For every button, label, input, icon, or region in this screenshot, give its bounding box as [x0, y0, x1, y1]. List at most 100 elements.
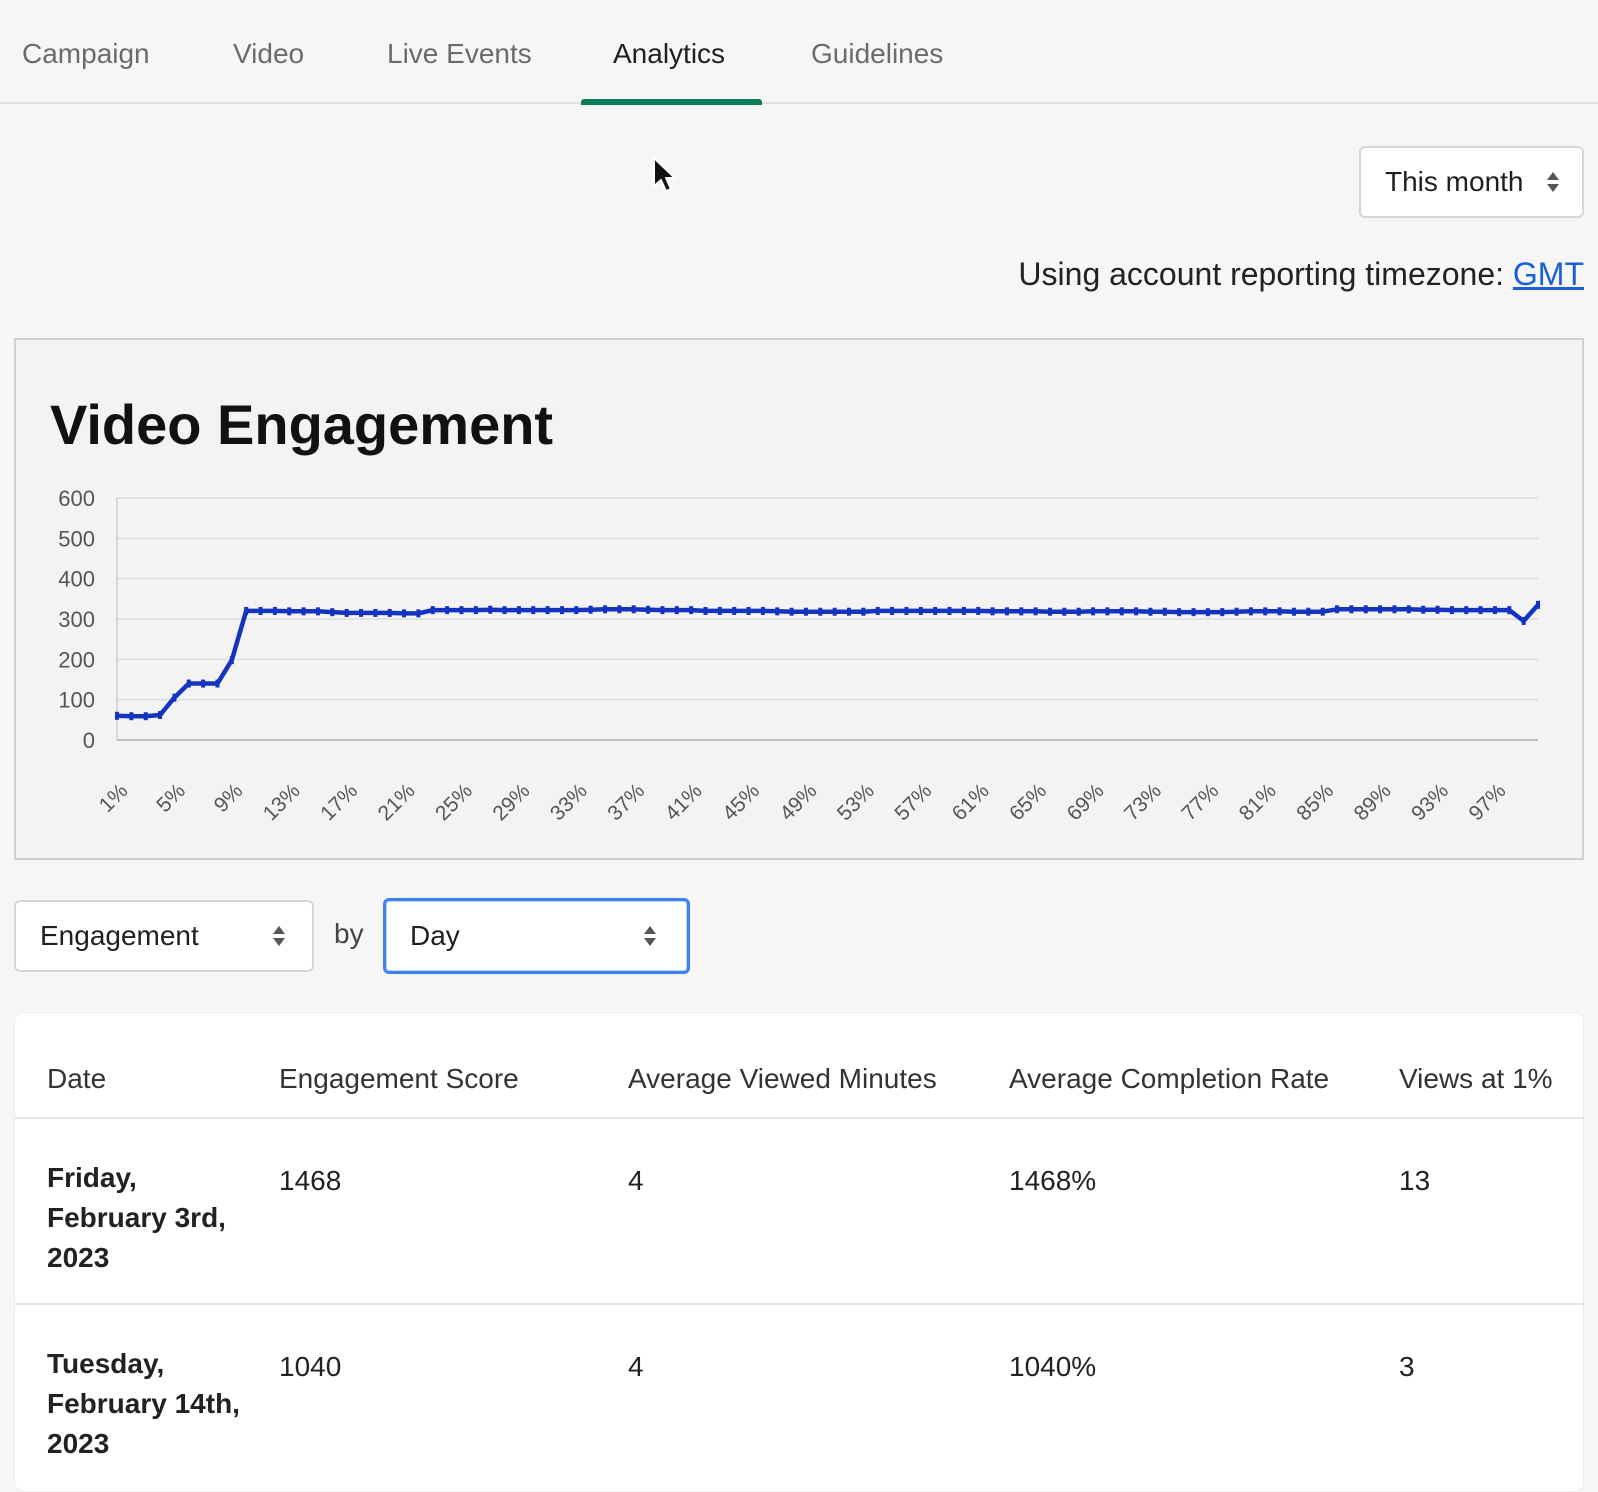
engagement-line-chart: 0 100 200 300 400 500 600 1% 5% 9% 13% 17% 21% 25% 29%… — [58, 486, 1541, 825]
data-point — [1047, 607, 1052, 616]
y-tick-label: 300 — [58, 607, 95, 632]
group-by-select[interactable]: Day — [383, 898, 690, 974]
data-point — [473, 606, 478, 615]
y-tick-label: 600 — [58, 486, 95, 511]
data-point — [258, 606, 263, 615]
y-tick-label: 100 — [58, 688, 95, 713]
data-point — [272, 606, 277, 615]
metric-select-value: Engagement — [40, 920, 199, 951]
period-select[interactable]: This month — [1359, 146, 1584, 218]
x-tick-label: 17% — [316, 779, 362, 825]
column-header-date: Date — [47, 1063, 107, 1094]
data-point — [402, 609, 407, 618]
y-tick-label: 500 — [58, 526, 95, 551]
data-point — [1134, 607, 1139, 616]
column-header-engagement-score: Engagement Score — [279, 1063, 519, 1094]
x-tick-label: 33% — [546, 779, 592, 825]
data-point — [1234, 607, 1239, 616]
row-views-at-1: 3 — [1399, 1351, 1415, 1382]
x-tick-label: 49% — [776, 779, 822, 825]
data-point — [976, 606, 981, 615]
data-point — [1062, 607, 1067, 616]
data-point — [1449, 606, 1454, 615]
row-average-completion-rate: 1040% — [1009, 1351, 1097, 1382]
data-point — [847, 607, 852, 616]
engagement-table: Date Engagement Score Average Viewed Min… — [14, 1012, 1585, 1492]
row-date: Tuesday, February 14th, 2023 — [47, 1348, 240, 1459]
data-point — [301, 607, 306, 616]
data-point — [832, 607, 837, 616]
x-tick-label: 93% — [1407, 779, 1453, 825]
row-average-completion-rate: 1468% — [1009, 1165, 1097, 1196]
data-point — [789, 607, 794, 616]
data-point — [1191, 608, 1196, 617]
data-point — [1320, 607, 1325, 616]
data-point — [545, 606, 550, 615]
timezone-link[interactable]: GMT — [1513, 256, 1584, 292]
data-point — [904, 606, 909, 615]
data-point — [186, 679, 191, 688]
data-point — [1162, 607, 1167, 616]
x-tick-label: 37% — [603, 779, 649, 825]
data-point — [947, 606, 952, 615]
x-tick-label: 77% — [1177, 779, 1223, 825]
data-point — [416, 609, 421, 618]
x-tick-label: 61% — [948, 779, 994, 825]
data-point — [1076, 607, 1081, 616]
x-tick-label: 29% — [488, 779, 534, 825]
metric-select[interactable]: Engagement — [14, 900, 314, 972]
x-tick-label: 25% — [431, 779, 477, 825]
x-tick-label: 73% — [1120, 779, 1166, 825]
x-tick-label: 89% — [1350, 779, 1396, 825]
x-tick-label: 5% — [152, 779, 190, 817]
mouse-pointer-icon — [653, 157, 676, 192]
row-views-at-1: 13 — [1399, 1165, 1431, 1196]
data-point — [617, 605, 622, 614]
data-point — [1478, 606, 1483, 615]
data-point — [531, 606, 536, 615]
tab-video[interactable]: Video — [233, 0, 304, 104]
tab-analytics[interactable]: Analytics — [613, 0, 725, 104]
x-tick-label: 57% — [890, 779, 936, 825]
row-engagement-score: 1040 — [279, 1351, 342, 1382]
tab-campaign[interactable]: Campaign — [22, 0, 150, 104]
x-tick-label: 9% — [210, 779, 248, 817]
select-arrows-icon — [644, 926, 656, 946]
data-point — [315, 607, 320, 616]
data-point — [115, 711, 119, 720]
tab-guidelines[interactable]: Guidelines — [811, 0, 943, 104]
data-point — [158, 710, 163, 719]
data-point — [1277, 607, 1282, 616]
data-point — [1392, 605, 1397, 614]
data-point — [890, 606, 895, 615]
data-point — [1406, 605, 1411, 614]
data-point — [1507, 606, 1512, 615]
data-point — [1263, 607, 1268, 616]
data-point — [445, 606, 450, 615]
data-point — [488, 605, 493, 614]
data-point — [1177, 608, 1182, 617]
data-point — [373, 608, 378, 617]
data-point — [574, 606, 579, 615]
data-point — [646, 605, 651, 614]
data-point — [502, 606, 507, 615]
data-point — [244, 606, 249, 615]
data-point — [559, 606, 564, 615]
y-tick-label: 0 — [83, 728, 95, 753]
data-point — [760, 606, 765, 615]
data-point — [1248, 607, 1253, 616]
data-point — [229, 656, 234, 665]
data-point — [430, 606, 435, 615]
data-point — [1306, 607, 1311, 616]
data-point — [961, 606, 966, 615]
data-point — [732, 606, 737, 615]
by-label: by — [334, 918, 364, 949]
data-point — [1291, 607, 1296, 616]
tab-live-events[interactable]: Live Events — [387, 0, 532, 104]
data-point — [1119, 607, 1124, 616]
data-point — [775, 607, 780, 616]
data-point — [1378, 605, 1383, 614]
data-point — [875, 606, 880, 615]
data-point — [1004, 607, 1009, 616]
data-point — [330, 608, 335, 617]
